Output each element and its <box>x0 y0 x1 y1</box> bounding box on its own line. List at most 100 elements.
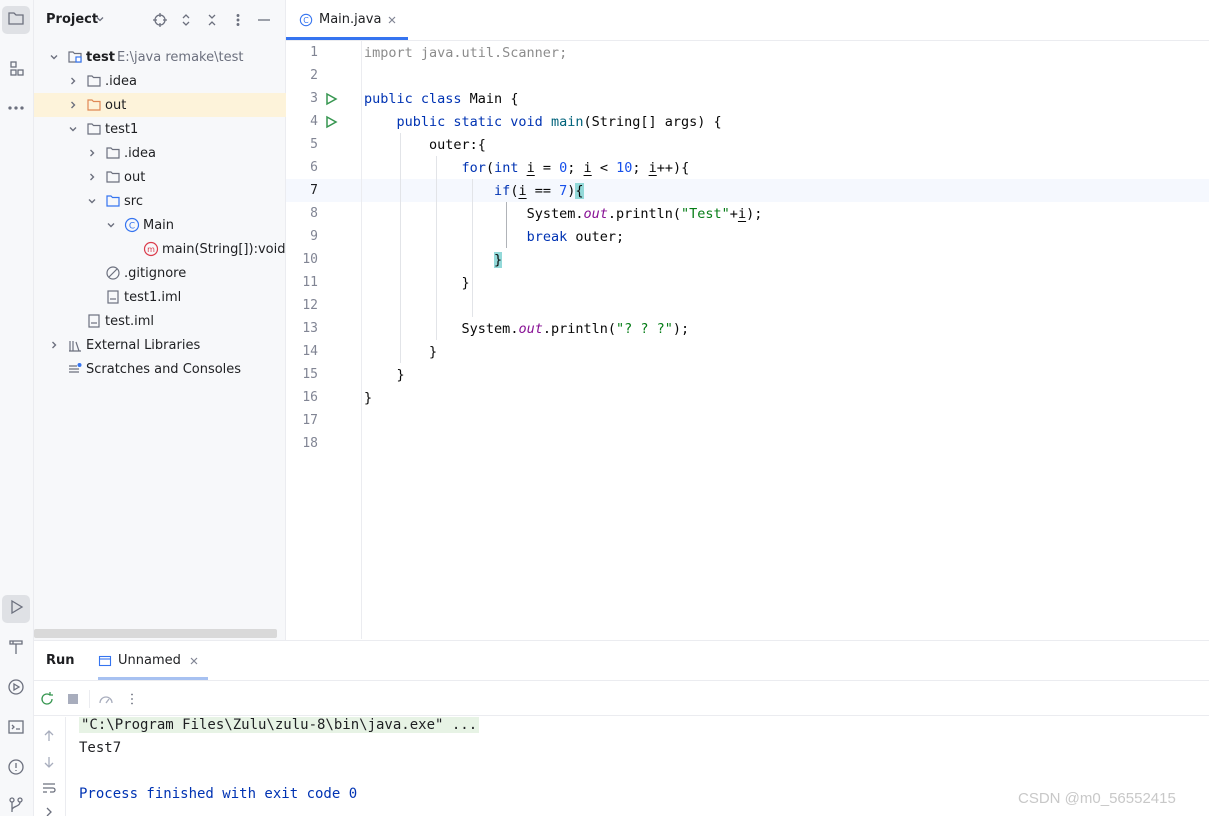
soft-wrap-icon[interactable] <box>42 781 56 795</box>
code-line-13: System.out.println("? ? ?"); <box>461 321 690 337</box>
horizontal-scrollbar[interactable] <box>34 629 277 638</box>
code-editor[interactable]: 1 2 3 4 5 6 7 8 9 10 11 12 13 14 15 16 1… <box>286 41 1209 639</box>
run-icon <box>6 597 26 621</box>
arrow-up-icon[interactable] <box>42 729 56 743</box>
tree-item-test1[interactable]: test1 <box>34 117 286 141</box>
svg-text:C: C <box>303 16 309 25</box>
iml-file-icon <box>105 289 121 305</box>
build-tool-button[interactable] <box>2 635 30 663</box>
chevron-right-icon[interactable] <box>86 147 98 159</box>
git-tool-button[interactable] <box>2 793 30 816</box>
scratches-icon <box>67 361 83 377</box>
tree-item-external-libraries[interactable]: External Libraries <box>34 333 286 357</box>
tree-item-gitignore[interactable]: .gitignore <box>34 261 286 285</box>
folder-icon <box>6 8 26 32</box>
line-number: 1 <box>310 45 318 60</box>
stop-icon[interactable] <box>65 691 81 707</box>
project-title[interactable]: Project <box>46 12 98 27</box>
tree-item-test1-idea[interactable]: .idea <box>34 141 286 165</box>
code-line-4: public static void main(String[] args) { <box>396 114 722 130</box>
tree-item-test[interactable]: test E:\java remake\test <box>34 45 286 69</box>
close-icon[interactable] <box>188 655 200 667</box>
more-options-icon[interactable] <box>124 691 140 707</box>
tree-item-src[interactable]: src <box>34 189 286 213</box>
tree-item-idea[interactable]: .idea <box>34 69 286 93</box>
project-panel: Project test E:\java remake\test .idea o… <box>34 0 286 640</box>
line-number: 12 <box>302 298 318 313</box>
rerun-icon[interactable] <box>39 691 55 707</box>
active-tab-indicator <box>98 677 208 680</box>
run-class-gutter-icon[interactable] <box>324 92 338 106</box>
chevron-right-icon[interactable] <box>86 171 98 183</box>
line-number: 5 <box>310 137 318 152</box>
chevron-right-icon[interactable] <box>67 99 79 111</box>
folder-icon <box>86 73 102 89</box>
locate-icon[interactable] <box>152 12 168 28</box>
chevron-down-icon[interactable] <box>105 219 117 231</box>
gutter-divider <box>361 41 362 639</box>
code-line-5: outer:{ <box>429 137 486 153</box>
chevron-right-icon[interactable] <box>48 339 60 351</box>
project-tool-button[interactable] <box>2 6 30 34</box>
module-folder-icon <box>67 49 83 65</box>
tree-item-test-iml[interactable]: test.iml <box>34 309 286 333</box>
chevron-down-icon[interactable] <box>67 123 79 135</box>
tree-item-label: out <box>124 169 146 185</box>
tree-item-label: out <box>105 97 127 113</box>
run-config-icon <box>98 654 112 668</box>
run-tab-unnamed[interactable]: Unnamed <box>98 641 210 681</box>
services-icon <box>6 677 26 701</box>
hide-panel-icon[interactable] <box>256 12 272 28</box>
expand-all-icon[interactable] <box>178 12 194 28</box>
line-number: 11 <box>302 275 318 290</box>
structure-tool-button[interactable] <box>2 56 30 84</box>
excluded-folder-icon <box>86 97 102 113</box>
folder-icon <box>86 121 102 137</box>
tree-item-main-class[interactable]: C Main <box>34 213 286 237</box>
code-line-1: import java.util.Scanner; <box>364 45 568 61</box>
options-icon[interactable] <box>230 12 246 28</box>
svg-text:m: m <box>147 245 155 254</box>
line-number: 15 <box>302 367 318 382</box>
chevron-down-icon[interactable] <box>48 51 60 63</box>
line-number: 16 <box>302 390 318 405</box>
profiler-icon[interactable] <box>98 691 114 707</box>
tree-item-test1-out[interactable]: out <box>34 165 286 189</box>
tree-item-label: main(String[]):void <box>162 241 286 257</box>
method-icon: m <box>143 241 159 257</box>
collapse-all-icon[interactable] <box>204 12 220 28</box>
folder-icon <box>105 145 121 161</box>
line-number: 8 <box>310 206 318 221</box>
chevron-right-icon[interactable] <box>42 805 56 816</box>
run-tool-button[interactable] <box>2 595 30 623</box>
tree-item-out[interactable]: out <box>34 93 286 117</box>
chevron-right-icon[interactable] <box>67 75 79 87</box>
arrow-down-icon[interactable] <box>42 755 56 769</box>
tree-item-test1-iml[interactable]: test1.iml <box>34 285 286 309</box>
line-number: 17 <box>302 413 318 428</box>
tree-item-label: .gitignore <box>124 265 187 281</box>
console-exit-message: Process finished with exit code 0 <box>79 786 358 802</box>
editor-tab-bar: C Main.java <box>286 0 1209 41</box>
tree-item-label: test <box>86 49 115 65</box>
tab-main-java[interactable]: C Main.java <box>286 0 408 41</box>
line-number: 6 <box>310 160 318 175</box>
more-tools-button[interactable] <box>2 96 30 124</box>
chevron-down-icon[interactable] <box>86 195 98 207</box>
run-method-gutter-icon[interactable] <box>324 115 338 129</box>
services-tool-button[interactable] <box>2 675 30 703</box>
terminal-tool-button[interactable] <box>2 715 30 743</box>
tree-item-label: Scratches and Consoles <box>86 361 242 377</box>
libraries-icon <box>67 337 83 353</box>
source-folder-icon <box>105 193 121 209</box>
problems-tool-button[interactable] <box>2 755 30 783</box>
console-output: Test7 <box>79 740 122 756</box>
close-icon[interactable] <box>386 14 398 26</box>
line-number: 3 <box>310 91 318 106</box>
tree-item-scratches[interactable]: Scratches and Consoles <box>34 357 286 381</box>
iml-file-icon <box>86 313 102 329</box>
code-line-11: } <box>461 275 470 291</box>
tree-item-main-method[interactable]: m main(String[]):void <box>34 237 286 261</box>
chevron-down-icon[interactable] <box>94 13 106 25</box>
console-command: "C:\Program Files\Zulu\zulu-8\bin\java.e… <box>79 717 480 733</box>
